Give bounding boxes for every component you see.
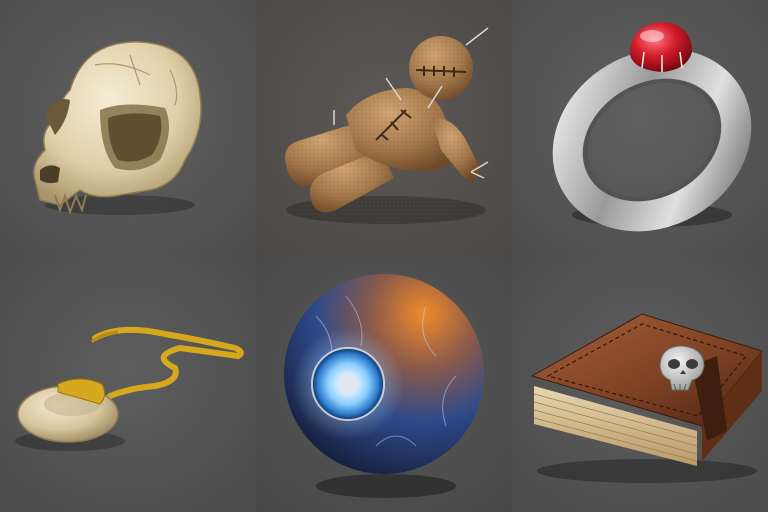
inventory-slot-magic-eye-orb[interactable]: [256, 256, 512, 512]
inventory-slot-skull[interactable]: [0, 0, 256, 256]
ruby-ring-icon: [552, 22, 752, 232]
inventory-slot-skull-spellbook[interactable]: [512, 256, 768, 512]
inventory-slot-voodoo-doll[interactable]: [256, 0, 512, 256]
inventory-slot-ruby-ring[interactable]: [512, 0, 768, 256]
voodoo-doll-icon: [256, 0, 512, 256]
skull-spellbook-icon: [530, 313, 763, 483]
inventory-grid: [0, 0, 768, 512]
inventory-slot-bone-amulet[interactable]: [0, 256, 256, 512]
bone-amulet-icon: [15, 326, 244, 451]
skull-icon: [33, 41, 202, 216]
magic-eye-orb-icon: [284, 274, 484, 498]
